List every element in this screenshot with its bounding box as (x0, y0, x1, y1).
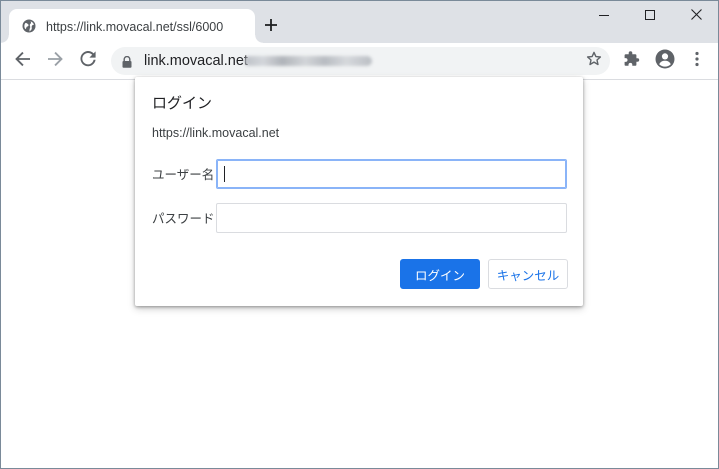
puzzle-icon (624, 50, 640, 72)
browser-toolbar: link.movacal.net (1, 43, 718, 80)
dialog-origin: https://link.movacal.net (152, 126, 280, 140)
maximize-button[interactable] (627, 1, 673, 31)
login-button[interactable]: ログイン (400, 259, 480, 289)
globe-icon (22, 19, 36, 33)
close-window-button[interactable] (673, 1, 718, 31)
minimize-icon (599, 7, 609, 25)
text-caret (224, 166, 225, 182)
cancel-button[interactable]: キャンセル (488, 259, 568, 289)
new-tab-button[interactable] (258, 14, 284, 40)
username-label: ユーザー名 (152, 168, 215, 182)
login-dialog: ログイン https://link.movacal.net ユーザー名 パスワー… (135, 77, 583, 306)
url-text: link.movacal.net (144, 53, 248, 69)
browser-window: https://link.movacal.net/ssl/6000 link.m… (0, 0, 719, 469)
tab-strip: https://link.movacal.net/ssl/6000 (1, 1, 718, 43)
tab-title: https://link.movacal.net/ssl/6000 (46, 20, 224, 34)
dialog-title: ログイン (152, 95, 213, 112)
star-icon (586, 51, 602, 72)
reload-icon (80, 50, 96, 72)
extensions-button[interactable] (618, 47, 646, 75)
profile-button[interactable] (651, 47, 679, 75)
browser-menu-button[interactable] (683, 47, 711, 75)
password-field[interactable] (216, 203, 567, 233)
password-label: パスワード (152, 212, 215, 226)
bookmark-button[interactable] (581, 48, 607, 74)
close-icon (690, 7, 702, 25)
arrow-forward-icon (47, 51, 63, 72)
forward-button[interactable] (41, 47, 69, 75)
maximize-icon (645, 7, 655, 25)
account-icon (655, 49, 675, 74)
more-vert-icon (695, 51, 699, 72)
username-field[interactable] (216, 159, 567, 189)
reload-button[interactable] (74, 47, 102, 75)
browser-tab[interactable]: https://link.movacal.net/ssl/6000 (1, 9, 263, 43)
lock-icon[interactable] (122, 55, 132, 68)
url-obscured-region (244, 56, 372, 66)
back-button[interactable] (9, 47, 37, 75)
minimize-button[interactable] (581, 1, 627, 31)
arrow-back-icon (15, 51, 31, 72)
plus-icon (264, 18, 278, 37)
address-bar[interactable]: link.movacal.net (111, 47, 610, 75)
